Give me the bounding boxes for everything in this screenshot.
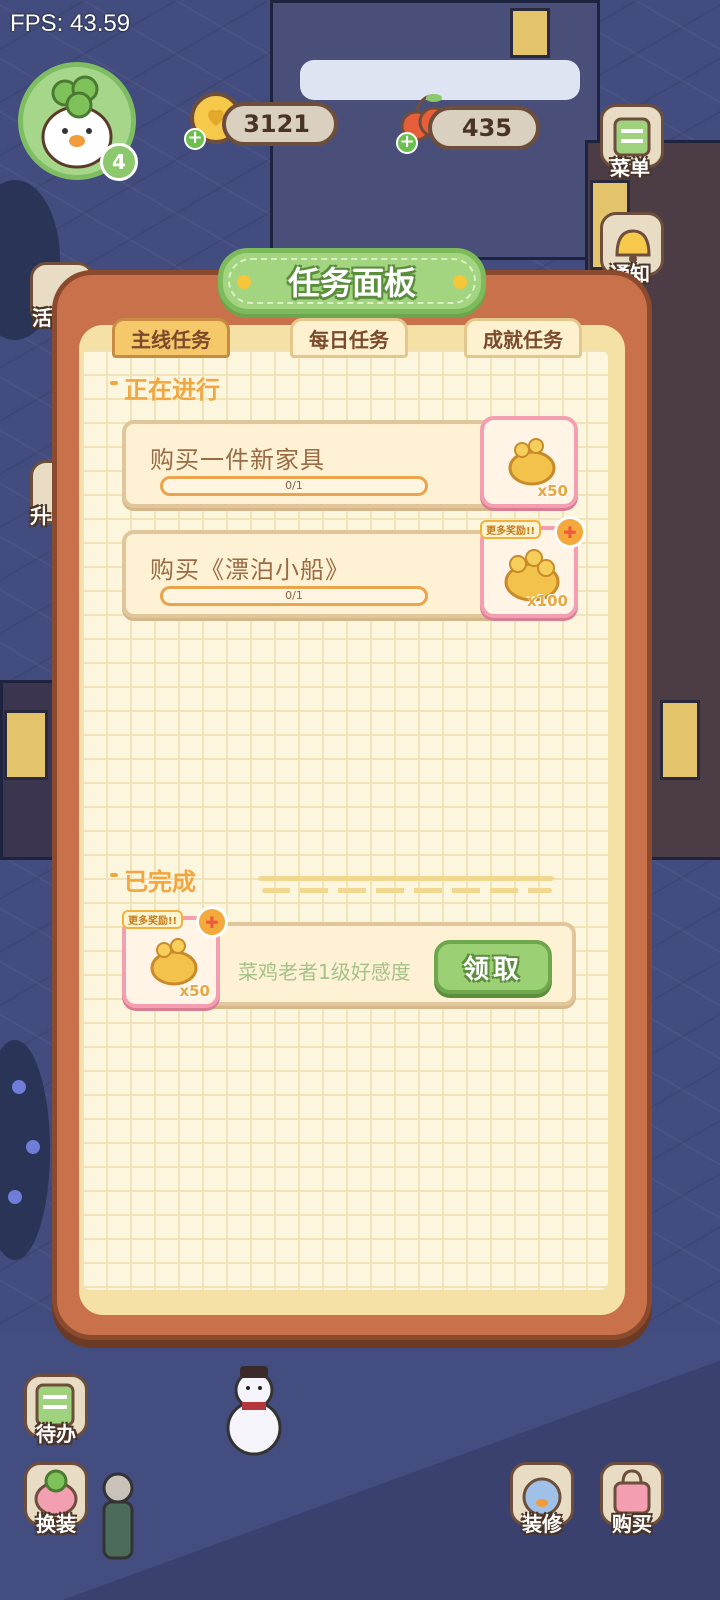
completed-heading: 已完成: [110, 862, 196, 897]
add-gems-button[interactable]: +: [396, 132, 418, 154]
task-card: 购买《漂泊小船》 0/1: [122, 530, 502, 618]
panel-title-plate: 任务面板: [218, 248, 486, 314]
reward-quantity: x50: [179, 982, 210, 1000]
task-reward[interactable]: x50: [480, 416, 578, 508]
panel-title: 任务面板: [287, 264, 416, 302]
completed-task-reward[interactable]: 更多奖励!! x50: [122, 906, 228, 1008]
reward-quantity: x50: [537, 482, 568, 500]
shop-label: 购买: [612, 1512, 652, 1536]
task-name: 购买《漂泊小船》: [150, 556, 350, 584]
tab-main-quests[interactable]: 主线任务: [112, 318, 230, 358]
old-man-character-icon: [102, 1472, 134, 1560]
flower: [26, 1140, 40, 1154]
more-rewards-tag: 更多奖励!!: [480, 520, 542, 539]
tab-achievement-quests[interactable]: 成就任务: [464, 318, 582, 358]
coin-counter: 3121: [222, 102, 338, 146]
completed-task-name: 菜鸡老者1级好感度: [238, 960, 411, 984]
flower: [8, 1190, 22, 1204]
gold-sack-icon: [508, 438, 556, 486]
reward-quantity: x100: [527, 592, 568, 610]
snowman-icon: [226, 1366, 282, 1456]
renovate-label: 装修: [522, 1512, 562, 1536]
divider: [262, 888, 552, 893]
todo-label: 待办: [36, 1422, 76, 1446]
more-rewards-tag: 更多奖励!!: [122, 910, 184, 929]
menu-label: 菜单: [610, 156, 650, 180]
upgrade-label: 升: [30, 504, 50, 528]
task-card: 购买一件新家具 0/1: [122, 420, 502, 508]
task-name: 购买一件新家具: [150, 446, 325, 474]
tab-daily-quests[interactable]: 每日任务: [290, 318, 408, 358]
window: [510, 8, 550, 58]
player-level-badge: 4: [100, 143, 138, 181]
task-progress-bar: 0/1: [160, 476, 428, 496]
window: [4, 710, 48, 780]
flower: [12, 1080, 26, 1094]
gem-counter: 435: [428, 106, 540, 150]
task-reward[interactable]: 更多奖励!! x100: [480, 516, 586, 618]
claim-button[interactable]: 领取: [434, 940, 552, 994]
task-progress-bar: 0/1: [160, 586, 428, 606]
activity-label: 活: [32, 306, 52, 330]
window: [660, 700, 700, 780]
divider: [258, 876, 554, 881]
dressup-label: 换装: [36, 1512, 76, 1536]
gold-sack-icon: [150, 938, 198, 986]
add-coins-button[interactable]: +: [184, 128, 206, 150]
fps-counter: FPS: 43.59: [10, 10, 131, 37]
task-progress-text: 0/1: [285, 589, 303, 602]
task-progress-text: 0/1: [285, 479, 303, 492]
in-progress-heading: 正在进行: [110, 370, 220, 405]
